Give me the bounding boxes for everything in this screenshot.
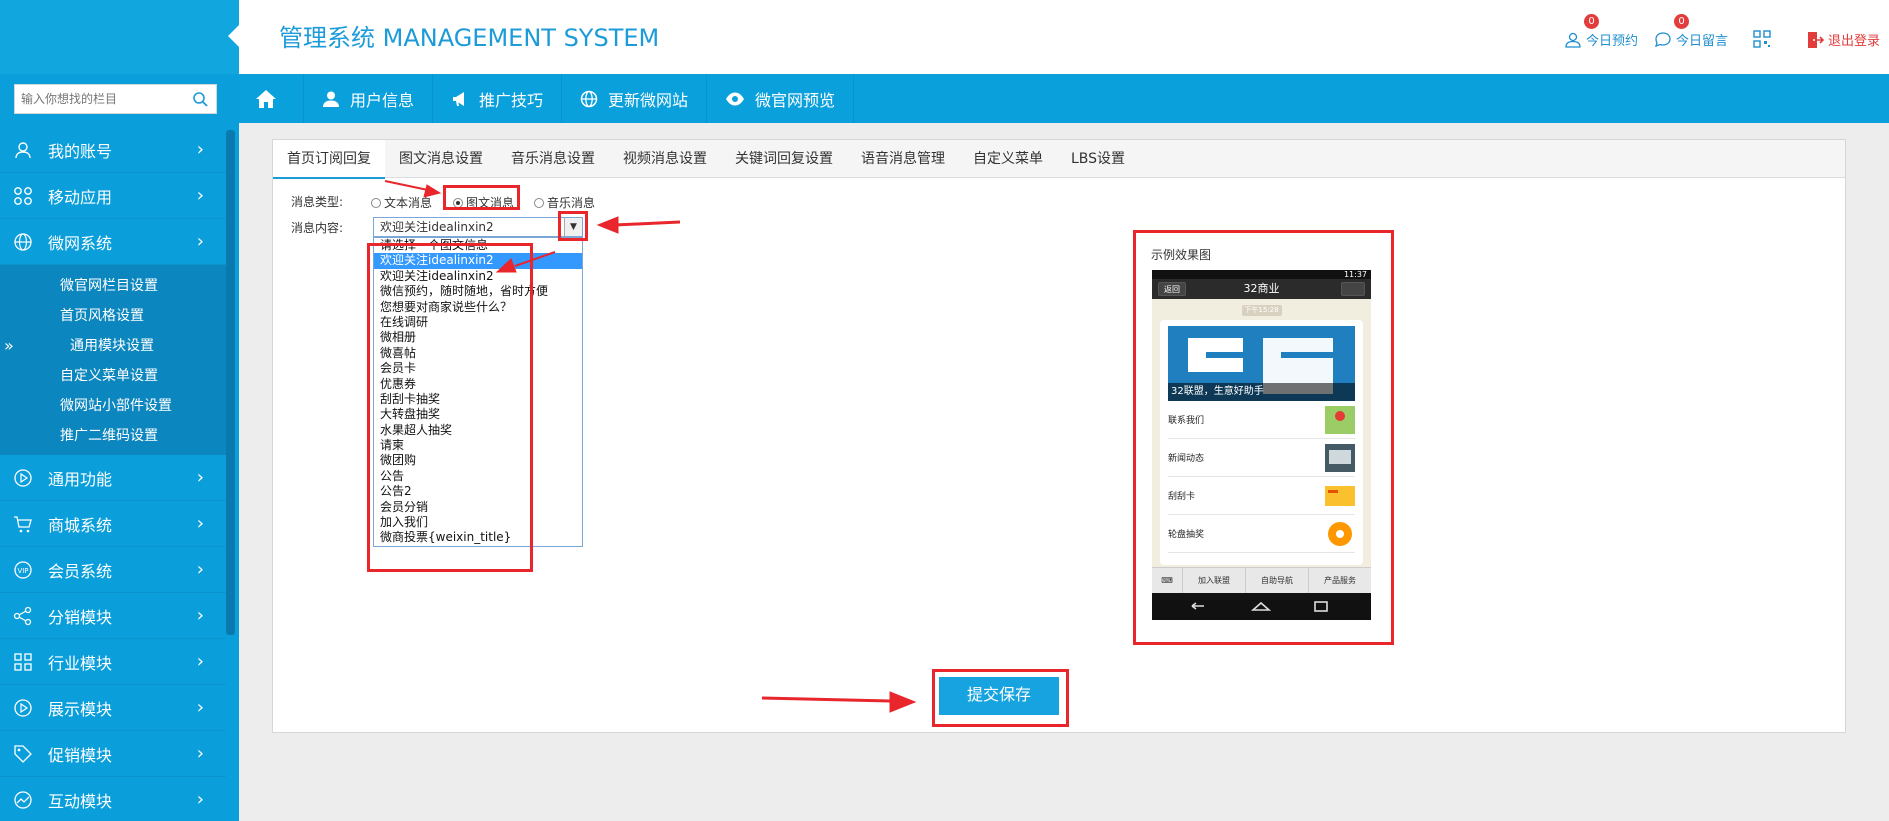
arrow-to-selected-option: [495, 251, 556, 273]
annotation-arrows: [384, 180, 917, 713]
arrow-to-news-radio: [384, 180, 442, 198]
arrow-to-dropdown-arrow: [596, 216, 681, 234]
arrow-to-submit: [761, 691, 917, 713]
